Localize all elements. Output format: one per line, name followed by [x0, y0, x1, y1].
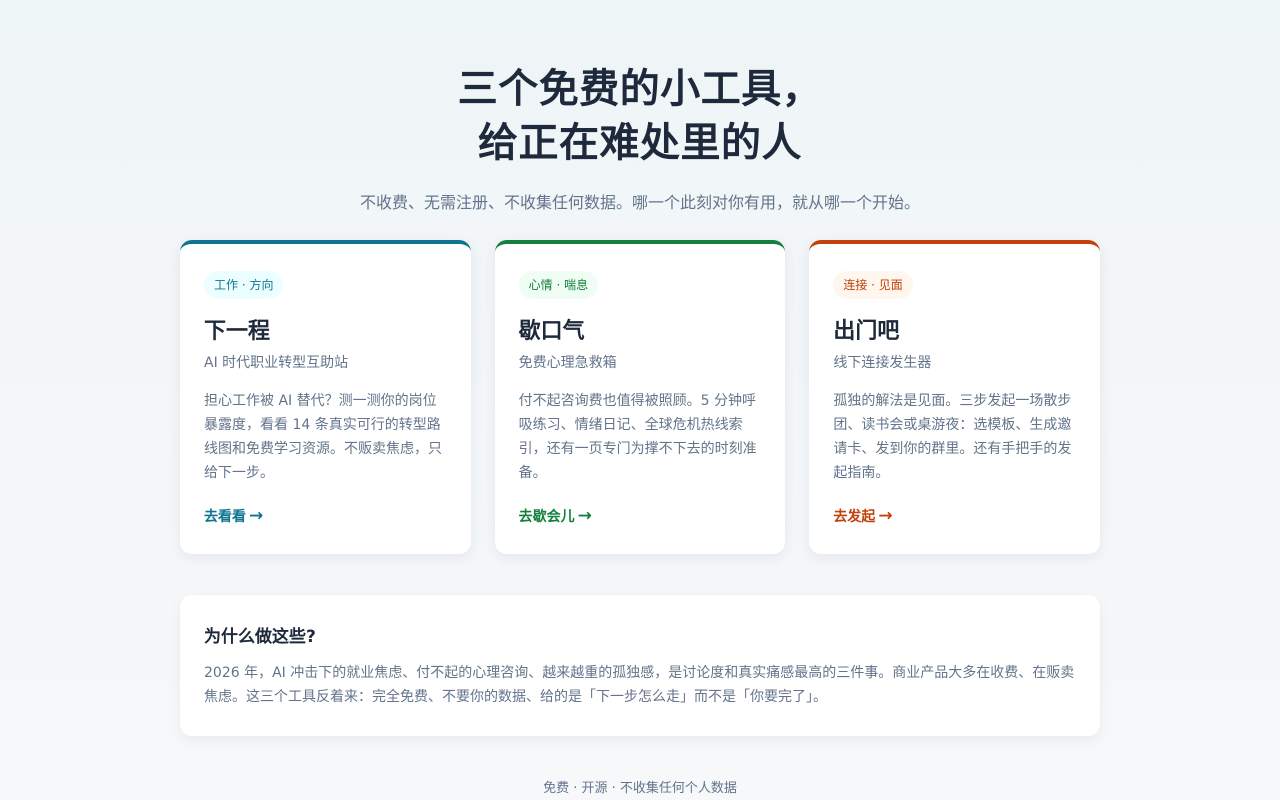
page-title-line-2: 给正在难处里的人 [478, 120, 802, 166]
card-link-label: 去看看 [204, 509, 246, 525]
card-title: 歇口气 [518, 319, 585, 344]
card-title: 下一程 [204, 319, 271, 344]
card-link-label: 去歇会儿 [518, 509, 575, 525]
tool-cards: 工作 · 方向 下一程 AI 时代职业转型互助站 担心工作被 AI 替代？测一测… [180, 240, 1101, 554]
why-text: 2026 年，AI 冲击下的就业焦虑、付不起的心理咨询、越来越重的孤独感，是讨论… [204, 665, 1075, 705]
card-link-label: 去发起 [833, 509, 876, 525]
card-link-career[interactable]: 去看看 → [204, 506, 263, 527]
page-subtitle: 不收费、无需注册、不收集任何数据。哪一个此刻对你有用，就从哪一个开始。 [360, 193, 921, 212]
hero: 三个免费的小工具， 给正在难处里的人 不收费、无需注册、不收集任何数据。哪一个此… [0, 62, 1280, 217]
card-link-connect[interactable]: 去发起 → [833, 506, 892, 527]
footer-note: 免费 · 开源 · 不收集任何个人数据 [543, 781, 737, 796]
tool-card-connect: 连接 · 见面 出门吧 线下连接发生器 孤独的解法是见面。三步发起一场散步团、读… [809, 240, 1101, 554]
card-description: 担心工作被 AI 替代？测一测你的岗位暴露度，看看 14 条真实可行的转型路线图… [204, 393, 442, 481]
card-subtitle: 免费心理急救箱 [518, 355, 617, 371]
card-tag: 连接 · 见面 [833, 271, 913, 299]
arrow-right-icon: → [249, 506, 264, 526]
why-title: 为什么做这些? [204, 627, 316, 647]
card-tag: 心情 · 喘息 [518, 271, 599, 299]
card-subtitle: 线下连接发生器 [833, 355, 932, 371]
card-subtitle: AI 时代职业转型互助站 [204, 355, 349, 371]
arrow-right-icon: → [577, 506, 592, 526]
card-description: 付不起咨询费也值得被照顾。5 分钟呼吸练习、情绪日记、全球危机热线索引，还有一页… [518, 393, 757, 481]
card-link-mood[interactable]: 去歇会儿 → [519, 506, 592, 527]
card-description: 孤独的解法是见面。三步发起一场散步团、读书会或桌游夜：选模板、生成邀请卡、发到你… [833, 393, 1072, 481]
card-title: 出门吧 [833, 319, 900, 344]
tool-card-mood: 心情 · 喘息 歇口气 免费心理急救箱 付不起咨询费也值得被照顾。5 分钟呼吸练… [494, 240, 786, 554]
arrow-right-icon: → [878, 506, 893, 526]
card-tag: 工作 · 方向 [204, 271, 284, 299]
why-section: 为什么做这些? 2026 年，AI 冲击下的就业焦虑、付不起的心理咨询、越来越重… [180, 595, 1100, 736]
tool-card-career: 工作 · 方向 下一程 AI 时代职业转型互助站 担心工作被 AI 替代？测一测… [180, 240, 471, 554]
page-title: 三个免费的小工具， 给正在难处里的人 [0, 62, 1280, 170]
page-title-line-1: 三个免费的小工具， [457, 66, 823, 112]
